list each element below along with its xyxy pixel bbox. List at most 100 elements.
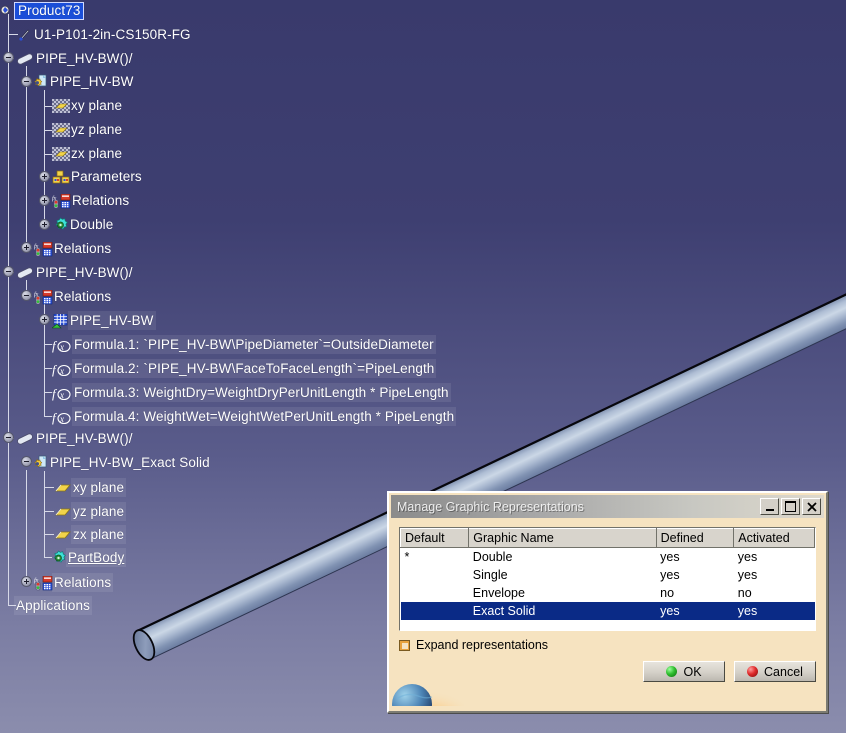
cell-graphic-name: Envelope [472,585,525,600]
cell-graphic-name: Double [472,549,513,564]
tree-node-label: yz plane [71,122,123,137]
tree-expander-expand[interactable] [21,242,32,253]
dialog-body: Default Graphic Name Defined Activated *… [389,518,826,652]
parameters-icon [52,170,70,184]
grid-icon [51,313,68,328]
formula-icon: f x [52,410,72,425]
svg-text:f: f [52,410,58,425]
tree-node-relations-expanded[interactable]: fx Relations [34,287,113,306]
cancel-button-label: Cancel [764,664,803,679]
tree-node-label: U1-P101-2in-CS150R-FG [34,27,191,42]
part-icon [30,74,48,89]
tree-node-label: Parameters [71,169,142,184]
tree-node-pipe-hv-bw-exact-solid[interactable]: PIPE_HV-BW_Exact Solid [30,453,212,472]
tree-node-partbody[interactable]: PartBody [50,548,127,567]
minimize-icon[interactable] [760,498,779,515]
relations-icon: fx [34,289,53,304]
column-header-activated[interactable]: Activated [733,528,815,548]
cell-default: * [404,549,410,564]
tree-node-pipe-hv-bw-part[interactable]: PIPE_HV-BW [30,72,136,91]
cell-graphic-name: Single [472,567,508,582]
tree-expander-expand[interactable] [39,314,50,325]
tree-node-label: PIPE_HV-BW [50,74,134,89]
maximize-icon[interactable] [781,498,800,515]
graphic-representations-table[interactable]: Default Graphic Name Defined Activated *… [400,528,815,620]
tree-node-zx-plane-lower[interactable]: zx plane [54,525,127,544]
tree-node-xy-plane-lower[interactable]: xy plane [54,478,127,497]
tree-node-label: yz plane [71,502,127,521]
tree-node-pipe-hv-bw-1[interactable]: PIPE_HV-BW()/ [14,49,135,68]
tree-node-product73[interactable]: Product73 [0,1,85,20]
tree-line [44,511,54,512]
tree-node-formula-2[interactable]: f x Formula.2: `PIPE_HV-BW\FaceToFaceLen… [52,359,437,378]
tree-node-label: PIPE_HV-BW()/ [36,431,133,446]
tree-node-pipe-hv-bw-2[interactable]: PIPE_HV-BW()/ [14,263,135,282]
tree-node-formula-1[interactable]: f x Formula.1: `PIPE_HV-BW\PipeDiameter`… [52,335,436,354]
svg-text:x: x [59,342,64,352]
relations-icon: fx [34,241,53,256]
cell-graphic-name: Exact Solid [468,601,657,620]
tree-node-applications[interactable]: Applications [14,596,92,615]
tree-expander-collapse[interactable] [21,290,32,301]
tree-node-label: Formula.4: WeightWet=WeightWetPerUnitLen… [72,407,457,426]
table-row[interactable]: Envelope no no [401,584,815,602]
dialog-footer: OK Cancel [389,649,826,707]
tree-node-label: xy plane [71,478,127,497]
tree-node-relations-inner[interactable]: fx Relations [52,191,131,210]
svg-text:f: f [52,362,58,377]
tree-expander-collapse[interactable] [3,432,14,443]
tree-node-xy-plane-upper[interactable]: xy plane [52,96,124,115]
dialog-titlebar[interactable]: Manage Graphic Representations [391,495,824,518]
table-row[interactable]: * Double yes yes [401,548,815,566]
cell-defined: yes [656,601,734,620]
table-row[interactable]: Single yes yes [401,566,815,584]
cell-default [401,566,469,584]
catia-3d-viewport[interactable]: Product73 U1-P101-2in-CS150R-FG PIPE_HV-… [0,0,846,733]
tree-node-pipe-hv-bw-grid[interactable]: PIPE_HV-BW [51,311,156,330]
formula-icon: f x [52,338,72,353]
dialog-title: Manage Graphic Representations [397,499,584,514]
close-icon[interactable] [802,498,821,515]
svg-text:x: x [59,366,64,376]
ok-button[interactable]: OK [643,661,725,682]
tree-expander-collapse[interactable] [3,52,14,63]
tree-node-relations-bottom[interactable]: fx Relations [34,573,114,592]
relations-icon: fx [52,193,71,208]
table-header-row: Default Graphic Name Defined Activated [400,528,815,548]
column-header-default[interactable]: Default [400,528,470,548]
cell-defined: no [660,585,675,600]
tree-node-yz-plane-upper[interactable]: yz plane [52,120,124,139]
tree-node-u1-p101[interactable]: U1-P101-2in-CS150R-FG [18,25,193,44]
tree-node-label: PartBody [66,548,127,567]
graphic-representations-table-frame[interactable]: Default Graphic Name Defined Activated *… [399,527,816,631]
tree-expander-expand[interactable] [39,195,50,206]
column-header-graphic-name[interactable]: Graphic Name [468,528,657,548]
tree-expander-expand[interactable] [39,219,50,230]
tree-node-pipe-hv-bw-3[interactable]: PIPE_HV-BW()/ [14,429,135,448]
column-header-defined[interactable]: Defined [655,528,735,548]
tree-expander-expand[interactable] [21,576,32,587]
manage-graphic-representations-dialog[interactable]: Manage Graphic Representations Default G… [387,491,828,713]
tree-node-yz-plane-lower[interactable]: yz plane [54,502,127,521]
tree-expander-collapse[interactable] [3,266,14,277]
tree-expander-expand[interactable] [39,171,50,182]
tree-node-formula-3[interactable]: f x Formula.3: WeightDry=WeightDryPerUni… [52,383,451,402]
cancel-button[interactable]: Cancel [734,661,816,682]
tree-node-label: Relations [72,193,130,208]
tree-line [44,368,52,369]
cell-activated: yes [737,567,758,582]
svg-text:f: f [52,386,58,401]
tree-node-formula-4[interactable]: f x Formula.4: WeightWet=WeightWetPerUni… [52,407,457,426]
plane-icon [54,506,71,517]
cell-activated: yes [733,601,815,620]
tree-node-relations-level2[interactable]: fx Relations [34,239,113,258]
tree-node-zx-plane-upper[interactable]: zx plane [52,144,124,163]
double-icon [52,217,68,232]
svg-text:x: x [59,414,64,424]
table-row-selected[interactable]: Exact Solid yes yes [400,601,815,620]
tree-node-parameters[interactable]: Parameters [52,167,144,186]
product-icon [0,4,14,18]
tree-node-label: PIPE_HV-BW_Exact Solid [50,455,210,470]
catia-globe-logo [390,658,464,706]
tree-node-double[interactable]: Double [52,215,115,234]
